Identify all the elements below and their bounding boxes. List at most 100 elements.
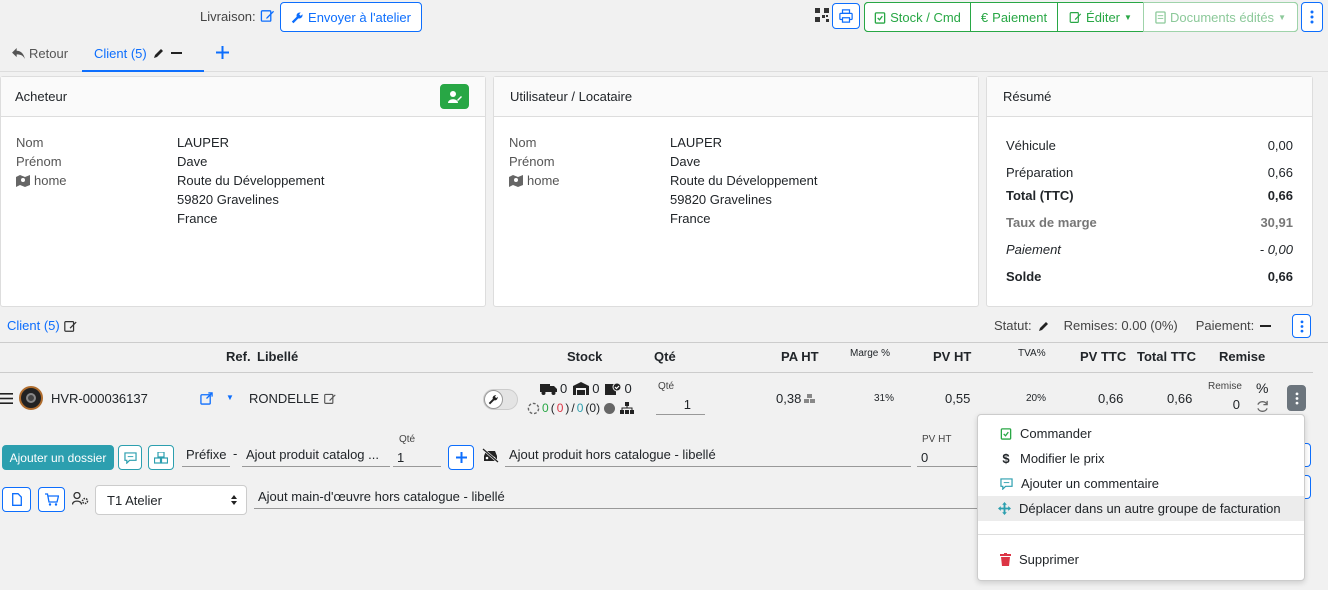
resume-vehicule-value: 0,00 [1267,138,1293,153]
table-header-line [0,372,1313,373]
menu-ajouter-commentaire[interactable]: Ajouter un commentaire [978,471,1304,496]
row-pv-ttc: 0,66 [1098,391,1124,406]
stock-truck: 0 [560,381,568,396]
cart-icon [44,493,59,506]
add-tab-icon[interactable] [216,46,229,59]
menu-deplacer[interactable]: Déplacer dans un autre groupe de factura… [978,496,1304,521]
row-libelle: RONDELLE [249,391,337,406]
prefixe-input[interactable]: Préfixe [182,445,230,467]
map-icon [509,174,523,187]
documents-edites-button[interactable]: Documents édités ▼ [1143,2,1298,32]
cubes-icon [804,393,816,404]
percent-toggle-icon[interactable]: % [1256,380,1268,396]
acheteur-prenom-label: Prénom [16,154,62,169]
tab-retour-label: Retour [29,46,69,61]
acheteur-title: Acheteur [15,89,68,104]
resume-paiement-label: Paiement [1006,242,1061,257]
main-oeuvre-input[interactable]: Ajout main-d'œuvre hors catalogue - libe… [254,487,984,509]
add-qte-input[interactable]: 1 [393,448,441,467]
stock-cmd-label: Stock / Cmd [890,9,961,25]
paiement-button[interactable]: € Paiement [970,2,1058,32]
menu-supprimer-label: Supprimer [1019,552,1079,567]
user-gear-icon [72,492,89,505]
th-pv-ttc: PV TTC [1080,349,1127,364]
product-thumbnail [19,386,43,410]
caret-down-icon[interactable]: ▼ [226,393,234,402]
comment-button[interactable] [118,445,142,470]
hors-catalogue-input[interactable]: Ajout produit hors catalogue - libellé [505,445,911,467]
dollar-icon: $ [1002,451,1010,466]
atelier-select[interactable]: T1 Atelier [95,485,247,515]
refresh-icon[interactable] [1256,400,1269,413]
add-pv-ht-label: PV HT [922,434,952,445]
utilisateur-home-row: home [509,173,560,188]
pencil-icon[interactable] [1038,320,1050,332]
row-marge: 31% [874,393,895,404]
spinner-icon [527,402,540,415]
edit-icon[interactable] [63,319,78,333]
menu-commander[interactable]: Commander [978,421,1304,446]
resume-marge-value: 30,91 [1260,215,1293,230]
menu-supprimer[interactable]: Supprimer [978,547,1304,572]
row-qte-input[interactable]: 1 [656,395,705,415]
utilisateur-title: Utilisateur / Locataire [510,89,633,104]
more-menu-button[interactable] [1301,2,1323,32]
row-menu-button[interactable] [1287,385,1306,411]
cubes-button[interactable] [148,445,174,470]
workshop-toggle[interactable] [483,389,518,410]
add-qte-label: Qté [399,434,416,445]
catalog-product-input[interactable]: Ajout produit catalog ... [242,445,390,467]
editer-label: Éditer [1086,9,1121,25]
resume-vehicule-label: Véhicule [1006,138,1056,153]
new-document-button[interactable] [2,487,31,512]
row-total-ttc: 0,66 [1167,391,1193,406]
row-tva: 20% [1026,393,1047,404]
livraison-label: Livraison: [200,9,256,24]
group-title[interactable]: Client (5) [7,318,60,333]
ajouter-dossier-button[interactable]: Ajouter un dossier [2,445,114,470]
utilisateur-prenom-label: Prénom [509,154,555,169]
drag-handle-icon[interactable] [0,393,13,404]
stock-detail: 0 (0) / 0 (0) [527,401,635,415]
acheteur-nom-label: Nom [16,135,44,150]
kebab-icon [1310,10,1314,24]
qrcode-icon[interactable] [815,8,829,22]
cubes-icon [154,451,168,464]
stock-reserved: 0 [556,401,564,415]
envoyer-atelier-button[interactable]: Envoyer à l'atelier [280,2,422,32]
tab-retour[interactable]: Retour [12,46,68,61]
kebab-icon [1295,391,1299,405]
slash: / [571,401,575,415]
edit-acheteur-button[interactable] [440,84,469,109]
edit-livraison-icon[interactable] [260,8,275,23]
stock-cmd-button[interactable]: Stock / Cmd [864,2,971,32]
external-link-icon[interactable] [200,392,213,405]
minus-icon[interactable] [170,47,182,59]
group-header: Client (5) [7,318,78,333]
th-qte: Qté [654,349,676,364]
menu-modifier-prix-label: Modifier le prix [1020,451,1105,466]
utilisateur-country: France [670,211,711,226]
cart-button[interactable] [38,487,65,512]
add-pv-ht-input[interactable]: 0 [917,448,979,467]
envoyer-atelier-label: Envoyer à l'atelier [308,9,411,25]
tab-client[interactable]: Client (5) [82,36,204,72]
acheteur-nom: LAUPER [177,135,230,150]
print-button[interactable] [832,3,860,29]
edit-icon[interactable] [323,392,337,405]
stock-box: 0 [624,381,632,396]
resume-total-value: 0,66 [1267,188,1293,203]
row-remise-label: Remise [1208,381,1242,392]
add-product-button[interactable] [448,445,474,470]
euro-icon: € [980,9,989,25]
row-remise-input[interactable]: 0 [1204,395,1246,415]
resume-solde-label: Solde [1006,269,1042,284]
menu-modifier-prix[interactable]: $ Modifier le prix [978,446,1304,471]
document-icon [1155,10,1166,24]
row-pa-ht: 0,38 [776,391,816,406]
editer-button[interactable]: Éditer ▼ [1057,2,1144,32]
group-menu-button[interactable] [1292,314,1311,338]
pencil-icon[interactable] [153,47,165,59]
reply-arrow-icon [12,48,25,59]
utilisateur-address1: Route du Développement [670,173,818,188]
